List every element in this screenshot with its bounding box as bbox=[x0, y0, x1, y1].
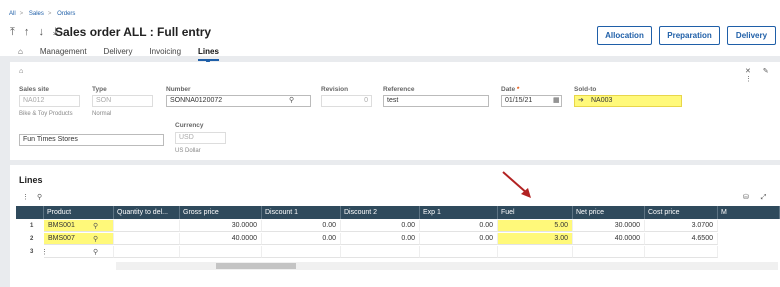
cell-gross[interactable] bbox=[180, 246, 262, 258]
sold-to-label: Sold-to bbox=[574, 86, 597, 93]
column-header-quantity[interactable]: Quantity to del... bbox=[114, 206, 180, 219]
type-description: Normal bbox=[92, 111, 112, 117]
cell-exp1[interactable] bbox=[420, 246, 498, 258]
scrollbar-thumb[interactable] bbox=[216, 263, 296, 269]
tab-delivery[interactable]: Delivery bbox=[104, 47, 133, 56]
column-header-fuel[interactable]: Fuel bbox=[498, 206, 573, 219]
annotation-arrow bbox=[502, 171, 531, 198]
column-header-product[interactable]: Product bbox=[44, 206, 114, 219]
tab-lines[interactable]: Lines bbox=[198, 47, 219, 63]
cell-fuel[interactable] bbox=[498, 246, 573, 258]
breadcrumb-orders[interactable]: Orders bbox=[57, 11, 75, 17]
tab-bar: ⌂ Management Delivery Invoicing Lines bbox=[18, 47, 236, 63]
cell-fuel[interactable]: 3.00 bbox=[498, 233, 573, 245]
currency-field[interactable]: USD bbox=[175, 132, 226, 144]
product-search-icon[interactable]: ⚲ bbox=[93, 222, 98, 230]
number-label: Number bbox=[166, 86, 191, 93]
product-search-icon[interactable]: ⚲ bbox=[93, 248, 98, 256]
column-header-net-price[interactable]: Net price bbox=[573, 206, 645, 219]
cell-qty[interactable] bbox=[114, 233, 180, 245]
more-options-icon[interactable]: ⋮ bbox=[22, 193, 29, 201]
reference-label: Reference bbox=[383, 86, 415, 93]
product-search-icon[interactable]: ⚲ bbox=[93, 235, 98, 243]
cell-gross[interactable]: 40.0000 bbox=[180, 233, 262, 245]
grid-settings-icon[interactable]: ⛁ ⤢ bbox=[743, 193, 771, 202]
tab-invoicing[interactable]: Invoicing bbox=[149, 47, 181, 56]
tab-management[interactable]: Management bbox=[40, 47, 87, 56]
cell-d2[interactable] bbox=[341, 246, 420, 258]
cell-d1[interactable]: 0.00 bbox=[262, 233, 341, 245]
column-header-cost-price[interactable]: Cost price bbox=[645, 206, 718, 219]
cell-qty[interactable] bbox=[114, 246, 180, 258]
row-number: 1 bbox=[30, 223, 34, 229]
cell-net[interactable]: 40.0000 bbox=[573, 233, 645, 245]
cell-product[interactable]: BMS007 bbox=[44, 233, 114, 245]
cell-product[interactable]: BMS001 bbox=[44, 220, 114, 232]
calendar-icon[interactable]: ▦ bbox=[553, 96, 560, 104]
cell-exp1[interactable]: 0.00 bbox=[420, 220, 498, 232]
cell-cost[interactable] bbox=[645, 246, 718, 258]
sales-site-field[interactable]: NA012 bbox=[19, 95, 80, 107]
currency-description: US Dollar bbox=[175, 148, 201, 154]
customer-name-field[interactable]: Fun Times Stores bbox=[19, 134, 164, 146]
breadcrumb-sales[interactable]: Sales bbox=[29, 11, 44, 17]
search-icon[interactable]: ⚲ bbox=[289, 96, 294, 104]
breadcrumb-all[interactable]: All bbox=[9, 11, 16, 17]
cell-d2[interactable]: 0.00 bbox=[341, 233, 420, 245]
reference-field[interactable]: test bbox=[383, 95, 489, 107]
home-icon[interactable]: ⌂ bbox=[18, 47, 23, 56]
cell-gross[interactable]: 30.0000 bbox=[180, 220, 262, 232]
type-field[interactable]: SON bbox=[92, 95, 153, 107]
lines-section-title: Lines bbox=[19, 175, 43, 185]
allocation-button[interactable]: Allocation bbox=[597, 26, 652, 45]
sales-site-description: Bike & Toy Products bbox=[19, 111, 73, 117]
revision-field[interactable]: 0 bbox=[321, 95, 372, 107]
column-header-m[interactable]: M bbox=[718, 206, 780, 219]
cell-fuel[interactable]: 5.00 bbox=[498, 220, 573, 232]
panel-tools-icon[interactable]: ✕ ✎ ⋮ bbox=[745, 67, 780, 83]
cell-cost[interactable]: 4.6500 bbox=[645, 233, 718, 245]
sold-to-field[interactable]: NA003 bbox=[574, 95, 682, 107]
cell-net[interactable] bbox=[573, 246, 645, 258]
cell-d2[interactable]: 0.00 bbox=[341, 220, 420, 232]
cell-product[interactable] bbox=[44, 246, 114, 258]
column-header-gross-price[interactable]: Gross price bbox=[180, 206, 262, 219]
home-icon[interactable]: ⌂ bbox=[19, 68, 23, 75]
grid-header-selector bbox=[16, 206, 44, 219]
column-header-exp-1[interactable]: Exp 1 bbox=[420, 206, 498, 219]
preparation-button[interactable]: Preparation bbox=[659, 26, 720, 45]
horizontal-scrollbar[interactable] bbox=[116, 262, 778, 270]
revision-label: Revision bbox=[321, 86, 349, 93]
link-arrow-icon[interactable]: ➜ bbox=[578, 96, 584, 104]
currency-label: Currency bbox=[175, 122, 204, 129]
cell-exp1[interactable]: 0.00 bbox=[420, 233, 498, 245]
column-header-discount-1[interactable]: Discount 1 bbox=[262, 206, 341, 219]
row-number: 2 bbox=[30, 236, 34, 242]
cell-net[interactable]: 30.0000 bbox=[573, 220, 645, 232]
row-number: 3 bbox=[30, 249, 34, 255]
record-navigation-arrows[interactable]: ⤒ ↑ ↓ ⤓ bbox=[10, 26, 61, 39]
column-header-discount-2[interactable]: Discount 2 bbox=[341, 206, 420, 219]
delivery-button[interactable]: Delivery bbox=[727, 26, 776, 45]
cell-qty[interactable] bbox=[114, 220, 180, 232]
breadcrumb: All > Sales > Orders bbox=[9, 11, 76, 17]
page-title: Sales order ALL : Full entry bbox=[55, 25, 212, 39]
type-label: Type bbox=[92, 86, 107, 93]
sales-site-label: Sales site bbox=[19, 86, 49, 93]
cell-d1[interactable] bbox=[262, 246, 341, 258]
cell-d1[interactable]: 0.00 bbox=[262, 220, 341, 232]
cell-cost[interactable]: 3.0700 bbox=[645, 220, 718, 232]
date-label: Date bbox=[501, 86, 519, 93]
search-icon[interactable]: ⚲ bbox=[37, 193, 42, 201]
